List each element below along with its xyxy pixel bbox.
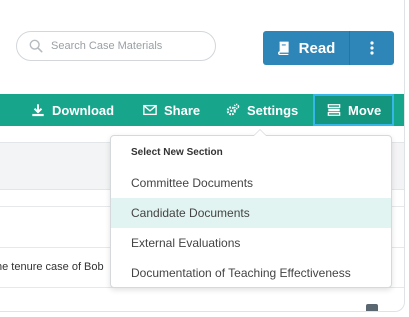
- settings-label: Settings: [247, 102, 299, 118]
- case-description-text: he tenure case of Bob: [0, 261, 104, 273]
- move-label: Move: [348, 102, 382, 118]
- dropdown-header: Select New Section: [131, 146, 223, 158]
- vertical-ellipsis-icon: [370, 41, 374, 55]
- settings-button[interactable]: Settings: [226, 94, 298, 126]
- search-input[interactable]: [51, 40, 201, 52]
- action-toolbar: Download Share Settings Move: [0, 94, 404, 126]
- dropdown-item-external-evaluations[interactable]: External Evaluations: [111, 228, 391, 258]
- move-button[interactable]: Move: [313, 94, 394, 126]
- more-options-button[interactable]: [350, 31, 394, 65]
- checkbox[interactable]: [366, 304, 378, 311]
- download-button[interactable]: Download: [31, 94, 114, 126]
- download-label: Download: [52, 102, 115, 118]
- move-section-dropdown: Select New Section Committee Documents C…: [110, 129, 392, 288]
- download-icon: [32, 104, 44, 117]
- search-icon: [29, 39, 43, 53]
- read-button-label: Read: [298, 39, 336, 57]
- case-panel: Read Download Share: [0, 0, 405, 312]
- share-button[interactable]: Share: [143, 94, 200, 126]
- envelope-icon: [143, 104, 157, 116]
- list-icon: [327, 104, 341, 116]
- read-button-group: Read: [263, 31, 394, 65]
- dropdown-item-committee-documents[interactable]: Committee Documents: [111, 168, 391, 198]
- gears-icon: [226, 103, 240, 116]
- book-icon: [277, 41, 289, 55]
- share-label: Share: [164, 102, 201, 118]
- search-box[interactable]: [16, 31, 216, 61]
- dropdown-item-teaching-effectiveness[interactable]: Documentation of Teaching Effectiveness: [111, 258, 391, 288]
- dropdown-item-candidate-documents[interactable]: Candidate Documents: [111, 198, 391, 228]
- read-button[interactable]: Read: [263, 31, 349, 65]
